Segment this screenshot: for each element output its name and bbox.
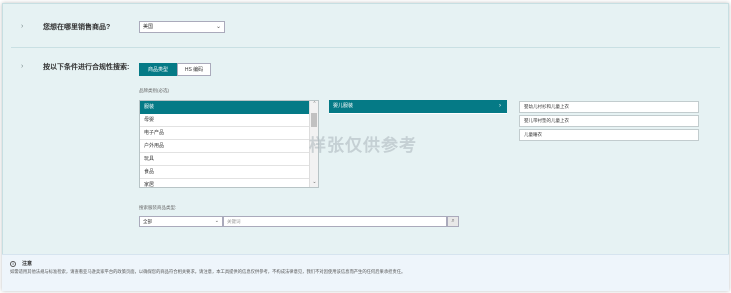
expand-arrow-icon[interactable]: › (21, 23, 23, 30)
search-icon: ⌕ (451, 218, 455, 224)
search-button[interactable]: ⌕ (447, 216, 459, 227)
notice-box: i 注意 如需适用其他法规与标准检索，请查看亚马逊卖家平台的政策页面，以确保您的… (2, 254, 729, 291)
section-divider (11, 47, 720, 48)
list-item[interactable]: 电子产品› (140, 127, 318, 140)
chevron-down-icon: ⌄ (215, 24, 221, 30)
list-item[interactable]: 户外用品› (140, 140, 318, 153)
scope-select-value: 全部 (143, 219, 152, 224)
list-item[interactable]: 家居› (140, 179, 318, 187)
list-item[interactable]: 婴儿服装 › (329, 100, 507, 113)
notice-body: 如需适用其他法规与标准检索，请查看亚马逊卖家平台的政策页面，以确保您的商品符合相… (10, 269, 406, 274)
category-label: 品牌类别(必选) (139, 88, 169, 93)
info-icon: i (10, 261, 16, 267)
keyword-search-input[interactable]: 关键词 (223, 216, 447, 227)
list-item[interactable]: 玩具› (140, 153, 318, 166)
leaf-item[interactable]: 婴儿带衬垫的儿童上衣 (519, 115, 699, 127)
list-item[interactable]: 服装› (140, 101, 318, 114)
tab-product-type[interactable]: 商品类型 (139, 63, 177, 76)
watermark: 样张仅供参考 (309, 136, 417, 155)
chevron-right-icon: › (499, 103, 501, 109)
category-list[interactable]: 服装› 母婴› 电子产品› 户外用品› 玩具› 食品› 家居› ⌃ ⌄ (139, 100, 319, 188)
scroll-up-icon[interactable]: ⌃ (310, 101, 318, 109)
question-sell-location: 您想在哪里销售商品? (43, 24, 111, 31)
marketplace-select-value: 美国 (143, 24, 154, 30)
leaf-item[interactable]: 儿童睡衣 (519, 129, 699, 141)
tab-hs-code[interactable]: HS 编码 (177, 63, 211, 76)
scope-select[interactable]: 全部 ⌄ (139, 216, 223, 227)
scroll-down-icon[interactable]: ⌄ (310, 179, 318, 187)
subcategory-list[interactable]: 婴儿服装 › (329, 100, 507, 114)
notice-title: 注意 (22, 261, 33, 267)
expand-arrow-icon[interactable]: › (21, 63, 23, 70)
chevron-down-icon: ⌄ (214, 218, 219, 224)
marketplace-select[interactable]: 美国 ⌄ (139, 21, 225, 33)
question-search-criteria: 按以下条件进行合规性搜索: (43, 64, 130, 71)
list-item[interactable]: 母婴› (140, 114, 318, 127)
compliance-panel: › 您想在哪里销售商品? 美国 ⌄ › 按以下条件进行合规性搜索: 商品类型 H… (2, 3, 729, 291)
list-item[interactable]: 食品› (140, 166, 318, 179)
search-label: 搜索服装商品类型: (139, 205, 177, 210)
leaf-item[interactable]: 婴幼儿衬衫和儿童上衣 (519, 101, 699, 113)
scroll-thumb[interactable] (311, 113, 317, 127)
